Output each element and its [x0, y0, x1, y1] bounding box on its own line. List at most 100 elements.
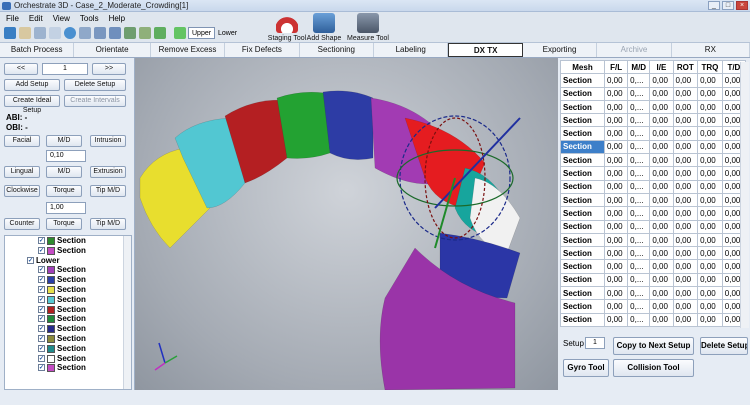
mesh-cell[interactable]: Section: [560, 99, 605, 115]
next-setup-button[interactable]: >>: [92, 63, 126, 75]
mesh-cell[interactable]: Section: [560, 246, 605, 261]
col-mesh[interactable]: Mesh: [560, 59, 605, 75]
table-row[interactable]: Section 0,00 0,... 0,00 0,00 0,00 0,00: [560, 219, 747, 234]
pan-hand-icon[interactable]: [19, 27, 31, 39]
table-row[interactable]: Section 0,00 0,... 0,00 0,00 0,00 0,00: [560, 86, 747, 101]
table-row[interactable]: Section 0,00 0,... 0,00 0,00 0,00 0,00: [560, 272, 747, 288]
table-row[interactable]: Section 0,00 0,... 0,00 0,00 0,00 0,00: [560, 113, 747, 128]
value-cell[interactable]: 0,00: [603, 286, 629, 301]
value-cell[interactable]: 0,00: [649, 192, 674, 208]
view-front-icon[interactable]: [79, 27, 91, 39]
value-cell[interactable]: 0,00: [672, 286, 699, 301]
value-cell[interactable]: 0,00: [649, 113, 674, 128]
table-row[interactable]: Section 0,00 0,... 0,00 0,00 0,00 0,00: [560, 286, 747, 301]
value-cell[interactable]: 0,00: [649, 259, 674, 274]
value-cell[interactable]: 0,00: [672, 153, 699, 168]
value-cell[interactable]: 0,...: [627, 73, 651, 88]
tree-section-item[interactable]: ✓ Section: [5, 324, 131, 334]
move-step-input[interactable]: 0,10: [46, 150, 86, 162]
visibility-checkbox[interactable]: ✓: [38, 354, 45, 362]
value-cell[interactable]: 0,00: [697, 139, 723, 155]
menu-edit[interactable]: Edit: [29, 14, 43, 23]
value-cell[interactable]: 0,00: [697, 259, 723, 274]
table-row[interactable]: Section 0,00 0,... 0,00 0,00 0,00 0,00: [560, 99, 747, 115]
mesh-cell[interactable]: Section: [560, 139, 605, 155]
value-cell[interactable]: 0,00: [672, 312, 699, 327]
prev-setup-button[interactable]: <<: [4, 63, 38, 75]
value-cell[interactable]: 0,...: [627, 99, 651, 115]
tree-section-item[interactable]: ✓ Section: [5, 363, 131, 373]
value-cell[interactable]: 0,...: [627, 113, 651, 128]
tree-section-item[interactable]: ✓ Section: [5, 265, 131, 275]
value-cell[interactable]: 0,00: [603, 192, 629, 208]
tree-section-item[interactable]: ✓ Section: [5, 275, 131, 285]
mesh-cell[interactable]: Section: [560, 166, 605, 181]
visibility-checkbox[interactable]: ✓: [38, 266, 45, 274]
table-row[interactable]: Section 0,00 0,... 0,00 0,00 0,00 0,00: [560, 166, 747, 181]
visibility-checkbox[interactable]: ✓: [38, 305, 45, 313]
value-cell[interactable]: 0,...: [627, 286, 651, 301]
col-fl[interactable]: F/L: [603, 59, 629, 75]
mesh-cell[interactable]: Section: [560, 86, 605, 101]
close-button[interactable]: ×: [736, 1, 748, 10]
visibility-checkbox[interactable]: ✓: [38, 276, 45, 284]
value-cell[interactable]: 0,00: [603, 179, 629, 194]
mesh-cell[interactable]: Section: [560, 113, 605, 128]
torque-button-2[interactable]: Torque: [46, 218, 82, 230]
facial-button[interactable]: Facial: [4, 135, 40, 147]
value-cell[interactable]: 0,00: [697, 179, 723, 194]
upper-jaw-icon[interactable]: [174, 27, 186, 39]
tree-section-item[interactable]: ✓ Section: [5, 295, 131, 305]
value-cell[interactable]: 0,00: [697, 166, 723, 181]
setup-number-input[interactable]: 1: [585, 337, 605, 349]
tab-exporting[interactable]: Exporting: [523, 43, 598, 57]
value-cell[interactable]: 0,00: [603, 246, 629, 261]
visibility-checkbox[interactable]: ✓: [38, 334, 45, 342]
mesh-cell[interactable]: Section: [560, 299, 605, 314]
tree-section-item[interactable]: ✓ Section: [5, 354, 131, 364]
copy-to-next-setup-button[interactable]: Copy to Next Setup: [613, 337, 694, 355]
value-cell[interactable]: 0,00: [603, 153, 629, 168]
value-cell[interactable]: 0,00: [649, 299, 674, 314]
mesial-distal-button-2[interactable]: M/D: [46, 166, 82, 178]
value-cell[interactable]: 0,00: [603, 73, 629, 88]
value-cell[interactable]: 0,00: [672, 73, 699, 88]
value-cell[interactable]: 0,00: [603, 139, 629, 155]
table-row[interactable]: Section 0,00 0,... 0,00 0,00 0,00 0,00: [560, 312, 747, 327]
value-cell[interactable]: 0,00: [603, 272, 629, 288]
value-cell[interactable]: 0,00: [672, 192, 699, 208]
value-cell[interactable]: 0,00: [697, 86, 723, 101]
view-side-icon[interactable]: [109, 27, 121, 39]
zoom-icon[interactable]: [34, 27, 46, 39]
mesh-cell[interactable]: Section: [560, 286, 605, 301]
table-scrollbar[interactable]: [740, 62, 749, 328]
value-cell[interactable]: 0,00: [697, 192, 723, 208]
value-cell[interactable]: 0,00: [672, 166, 699, 181]
mesh-cell[interactable]: Section: [560, 73, 605, 88]
fit-view-icon[interactable]: [64, 27, 76, 39]
value-cell[interactable]: 0,00: [697, 99, 723, 115]
value-cell[interactable]: 0,00: [697, 232, 723, 248]
mesh-cell[interactable]: Section: [560, 206, 605, 221]
value-cell[interactable]: 0,00: [603, 206, 629, 221]
gyro-tool-button[interactable]: Gyro Tool: [563, 359, 609, 377]
value-cell[interactable]: 0,00: [649, 206, 674, 221]
col-md[interactable]: M/D: [627, 59, 651, 75]
value-cell[interactable]: 0,...: [627, 86, 651, 101]
menu-file[interactable]: File: [6, 14, 19, 23]
value-cell[interactable]: 0,00: [697, 73, 723, 88]
tree-section-item[interactable]: ✓ Section: [5, 236, 131, 246]
table-row[interactable]: Section 0,00 0,... 0,00 0,00 0,00 0,00: [560, 153, 747, 168]
value-cell[interactable]: 0,...: [627, 232, 651, 248]
value-cell[interactable]: 0,...: [627, 246, 651, 261]
menu-view[interactable]: View: [53, 14, 70, 23]
visibility-checkbox[interactable]: ✓: [38, 246, 45, 254]
tree-scrollbar[interactable]: [123, 236, 131, 389]
value-cell[interactable]: 0,...: [627, 206, 651, 221]
value-cell[interactable]: 0,...: [627, 312, 651, 327]
value-cell[interactable]: 0,...: [627, 179, 651, 194]
mesial-distal-button-1[interactable]: M/D: [46, 135, 82, 147]
mesh-cell[interactable]: Section: [560, 192, 605, 208]
value-cell[interactable]: 0,00: [649, 179, 674, 194]
value-cell[interactable]: 0,...: [627, 153, 651, 168]
